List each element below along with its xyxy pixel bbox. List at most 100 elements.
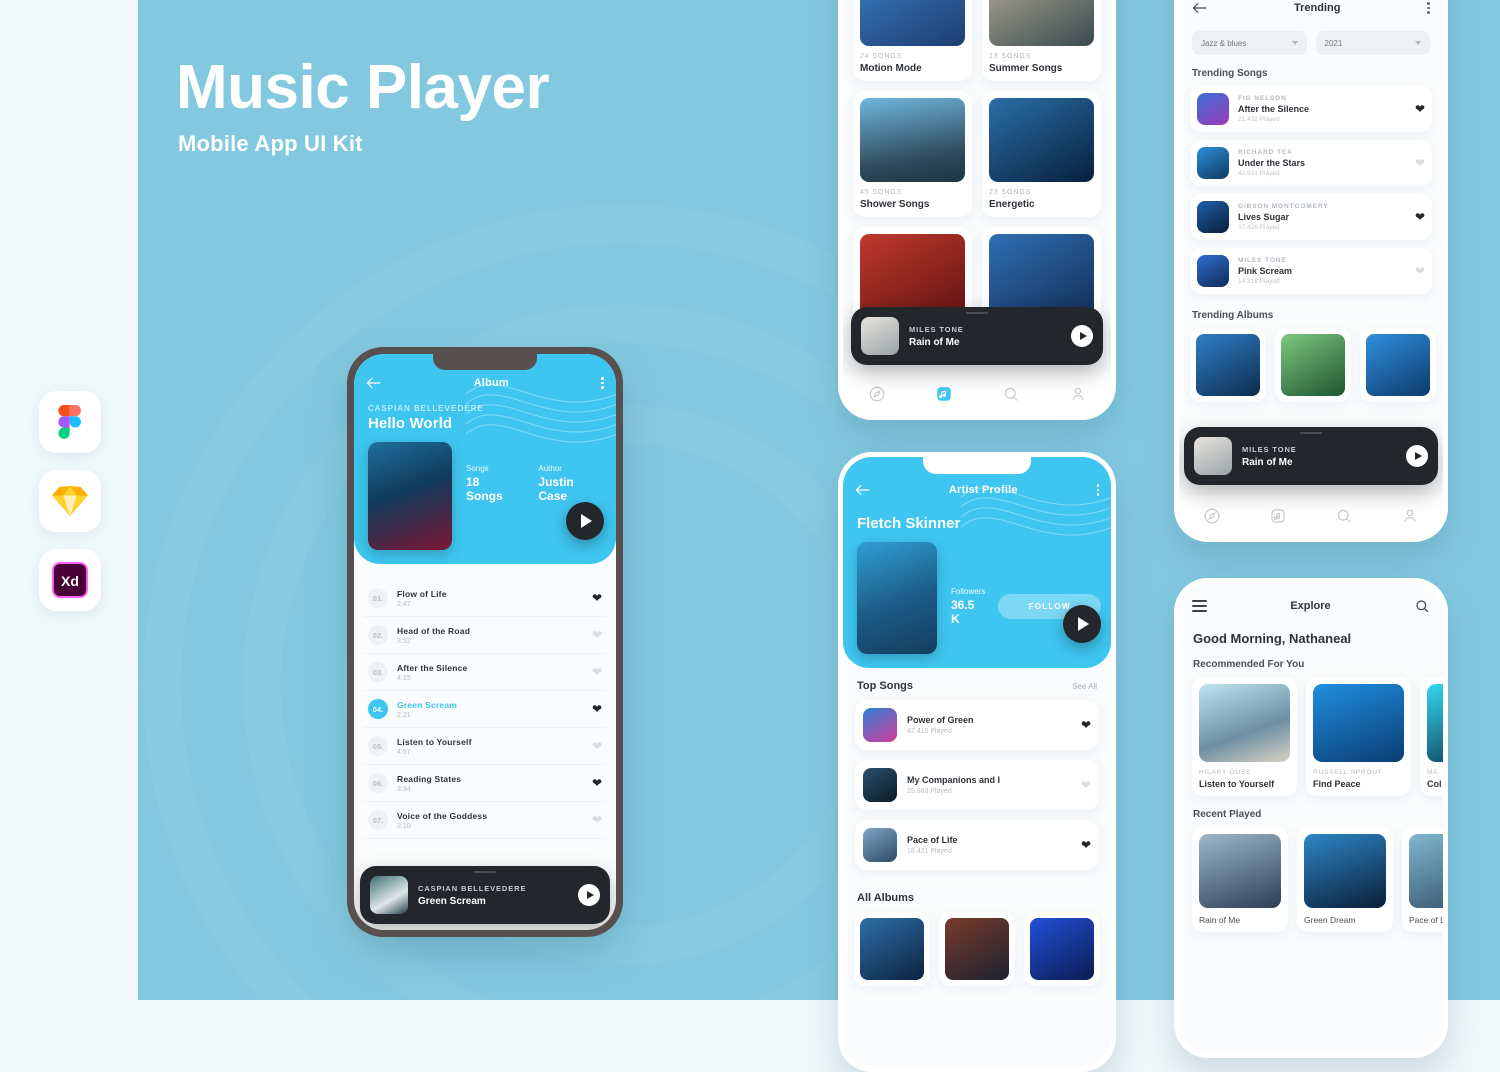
like-icon[interactable]: ❤ <box>592 703 602 715</box>
figma-tool-badge[interactable] <box>39 391 101 453</box>
search-icon[interactable] <box>1335 507 1353 525</box>
compass-icon[interactable] <box>1203 507 1221 525</box>
category-card[interactable]: 24 SONGS Motion Mode <box>853 0 972 81</box>
bottom-navigation <box>843 373 1111 415</box>
song-row[interactable]: My Companions and I 25.863 Played ❤ <box>855 760 1099 810</box>
profile-icon[interactable] <box>1069 385 1087 403</box>
drag-handle[interactable] <box>966 312 988 314</box>
play-button[interactable] <box>1071 325 1093 347</box>
trending-song-row[interactable]: GIBSON MONTGOMERY Lives Sugar 37.426 Pla… <box>1190 194 1432 240</box>
play-button[interactable] <box>1406 445 1428 467</box>
mini-player-artist: CASPIAN BELLEVEDERE <box>418 883 527 893</box>
category-card[interactable]: 45 SONGS Shower Songs <box>853 91 972 217</box>
year-select[interactable]: 2021 <box>1315 31 1430 55</box>
play-button[interactable] <box>1063 605 1101 643</box>
sketch-tool-badge[interactable] <box>39 470 101 532</box>
music-icon[interactable] <box>1269 507 1287 525</box>
track-row[interactable]: 01. Flow of Life 2:47 ❤ <box>364 580 606 617</box>
figma-icon <box>58 405 81 439</box>
like-icon[interactable]: ❤ <box>1415 157 1425 169</box>
album-card[interactable] <box>854 912 930 986</box>
hamburger-menu-icon[interactable] <box>1192 600 1207 612</box>
like-icon[interactable]: ❤ <box>592 777 602 789</box>
recent-image <box>1304 834 1386 908</box>
compass-icon[interactable] <box>868 385 886 403</box>
album-card[interactable] <box>1275 328 1351 402</box>
trending-song-row[interactable]: RICHARD TEA Under the Stars 42.931 Playe… <box>1190 140 1432 186</box>
back-arrow-icon[interactable] <box>855 484 870 496</box>
like-icon[interactable]: ❤ <box>592 740 602 752</box>
category-card[interactable]: 13 SONGS Summer Songs <box>982 0 1101 81</box>
album-card[interactable] <box>1024 912 1100 986</box>
track-row[interactable]: 04. Green Scream 2:21 ❤ <box>364 691 606 728</box>
recommended-card[interactable]: HILARY OUSE Listen to Yourself <box>1192 677 1297 796</box>
track-number: 04. <box>368 699 388 719</box>
track-row[interactable]: 03. After the Silence 4:15 ❤ <box>364 654 606 691</box>
mini-player[interactable]: MILES TONE Rain of Me <box>851 307 1103 365</box>
more-options-icon[interactable] <box>601 377 604 389</box>
like-icon[interactable]: ❤ <box>592 814 602 826</box>
recommended-card[interactable]: MA Col <box>1420 677 1443 796</box>
track-number: 01. <box>368 588 388 608</box>
play-button[interactable] <box>578 884 600 906</box>
like-icon[interactable]: ❤ <box>1081 779 1091 791</box>
album-card[interactable] <box>939 912 1015 986</box>
drag-handle[interactable] <box>1300 432 1322 434</box>
recent-card[interactable]: Green Dream <box>1297 827 1393 932</box>
song-row[interactable]: Power of Green 42.415 Played ❤ <box>855 700 1099 750</box>
song-row[interactable]: Pace of Life 18.421 Played ❤ <box>855 820 1099 870</box>
search-icon[interactable] <box>1414 598 1430 614</box>
song-artwork <box>1197 93 1229 125</box>
chevron-down-icon <box>1291 41 1298 45</box>
track-info: Head of the Road 3:52 <box>397 626 583 645</box>
mini-player[interactable]: MILES TONE Rain of Me <box>1184 427 1438 485</box>
music-icon[interactable] <box>935 385 953 403</box>
back-arrow-icon[interactable] <box>366 377 381 389</box>
category-card[interactable]: 23 SONGS Energetic <box>982 91 1101 217</box>
track-row[interactable]: 07. Voice of the Goddess 3:10 ❤ <box>364 802 606 839</box>
track-duration: 3:34 <box>397 785 411 793</box>
track-duration: 3:10 <box>397 822 411 830</box>
recommended-card[interactable]: RUSSELL SPROUT Find Peace <box>1306 677 1411 796</box>
mini-player[interactable]: CASPIAN BELLEVEDERE Green Scream <box>360 866 610 924</box>
trending-song-row[interactable]: FIG NELSON After the Silence 21.432 Play… <box>1190 86 1432 132</box>
all-albums-row <box>843 912 1111 986</box>
song-name: After the Silence <box>1238 104 1310 114</box>
xd-tool-badge[interactable]: Xd <box>39 549 101 611</box>
track-number: 06. <box>368 773 388 793</box>
recent-card[interactable]: Rain of Me <box>1192 827 1288 932</box>
like-icon[interactable]: ❤ <box>592 666 602 678</box>
profile-icon[interactable] <box>1401 507 1419 525</box>
like-icon[interactable]: ❤ <box>1415 211 1425 223</box>
more-options-icon[interactable] <box>1427 2 1430 14</box>
trending-screen: Trending Jazz & blues 2021 Trending Song… <box>1179 0 1443 537</box>
category-name: Energetic <box>989 199 1035 210</box>
screen-title: Artist Profile <box>948 484 1018 496</box>
trending-song-row[interactable]: MILES TONE Pink Scream 14.318 Played ❤ <box>1190 248 1432 294</box>
search-icon[interactable] <box>1002 385 1020 403</box>
track-list: 01. Flow of Life 2:47 ❤ 02. Head of the … <box>354 564 616 839</box>
drag-handle[interactable] <box>474 871 496 873</box>
like-icon[interactable]: ❤ <box>1415 103 1425 115</box>
play-button[interactable] <box>566 502 604 540</box>
song-text: RICHARD TEA Under the Stars 42.931 Playe… <box>1238 149 1406 177</box>
track-row[interactable]: 02. Head of the Road 3:52 ❤ <box>364 617 606 654</box>
track-number: 07. <box>368 810 388 830</box>
track-row[interactable]: 05. Listen to Yourself 4:57 ❤ <box>364 728 606 765</box>
like-icon[interactable]: ❤ <box>1081 839 1091 851</box>
recent-image <box>1199 834 1281 908</box>
album-card[interactable] <box>1190 328 1266 402</box>
like-icon[interactable]: ❤ <box>1415 265 1425 277</box>
recent-card[interactable]: Pace of Lif <box>1402 827 1443 932</box>
like-icon[interactable]: ❤ <box>1081 719 1091 731</box>
like-icon[interactable]: ❤ <box>592 592 602 604</box>
mini-player-artist: MILES TONE <box>1242 444 1297 454</box>
album-card[interactable] <box>1360 328 1436 402</box>
see-all-link[interactable]: See All <box>1072 682 1097 691</box>
genre-select[interactable]: Jazz & blues <box>1192 31 1307 55</box>
song-text: MILES TONE Pink Scream 14.318 Played <box>1238 257 1406 285</box>
track-row[interactable]: 06. Reading States 3:34 ❤ <box>364 765 606 802</box>
back-arrow-icon[interactable] <box>1192 2 1207 14</box>
like-icon[interactable]: ❤ <box>592 629 602 641</box>
more-options-icon[interactable] <box>1096 484 1099 496</box>
